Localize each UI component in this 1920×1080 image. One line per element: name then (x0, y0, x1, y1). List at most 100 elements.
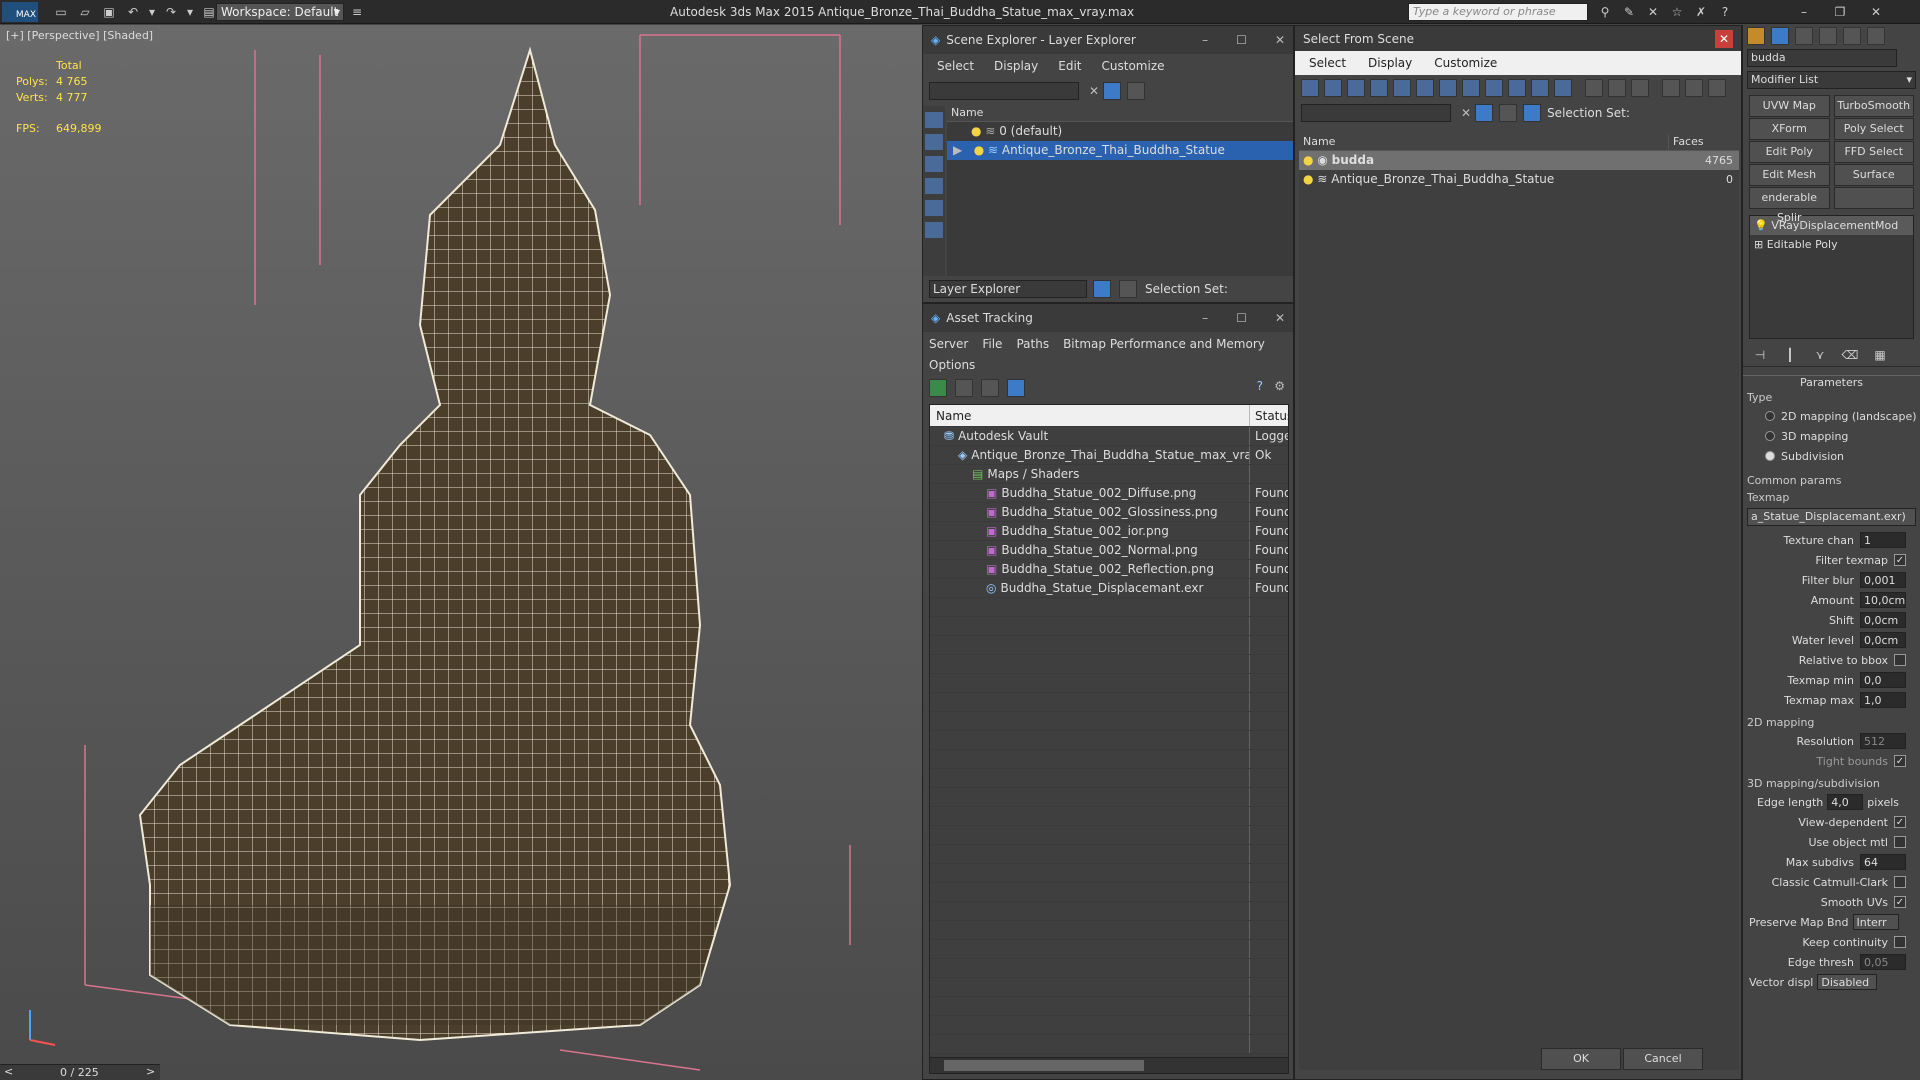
param-spinner[interactable]: 0,0 (1860, 672, 1906, 688)
checkbox[interactable]: ✓ (1894, 896, 1906, 908)
exchange-icon[interactable]: ✗ (1692, 4, 1710, 20)
col-faces-header[interactable]: Faces (1669, 135, 1704, 150)
asset-row[interactable]: ◈ Antique_Bronze_Thai_Buddha_Statue_max_v… (930, 446, 1288, 465)
lightbulb-icon[interactable]: ● (1303, 172, 1313, 186)
menu-server[interactable]: Server (929, 337, 968, 351)
asset-tracking-titlebar[interactable]: ◈ Asset Tracking – ☐ ✕ (923, 304, 1293, 332)
signin-icon[interactable]: ✕ (1644, 4, 1662, 20)
radio-subdivision[interactable]: Subdivision (1743, 446, 1920, 466)
menu-display[interactable]: Display (1368, 56, 1412, 70)
search-input[interactable]: Type a keyword or phrase (1408, 3, 1588, 21)
remove-modifier-icon[interactable]: ⌫ (1841, 347, 1859, 363)
undo-icon[interactable]: ↶ (124, 4, 142, 20)
lightbulb-icon[interactable]: ● (1303, 153, 1313, 167)
new-file-icon[interactable]: ▭ (52, 4, 70, 20)
filter-cameras-icon[interactable] (1370, 79, 1388, 97)
layers-toggle-icon[interactable] (1127, 82, 1146, 100)
modify-tab-icon[interactable] (1771, 27, 1789, 45)
binoculars-icon[interactable]: ⚲ (1596, 4, 1614, 20)
show-end-result-icon[interactable]: ┃ (1781, 347, 1799, 363)
close-icon[interactable]: ✕ (1275, 311, 1285, 325)
cancel-button[interactable]: Cancel (1623, 1048, 1703, 1070)
col-name-header[interactable]: Name (1299, 135, 1669, 150)
stack-item[interactable]: ⊞ Editable Poly (1750, 235, 1913, 254)
ok-button[interactable]: OK (1541, 1048, 1621, 1070)
star-icon[interactable]: ☆ (1668, 4, 1686, 20)
hierarchy-icon[interactable] (1119, 280, 1137, 298)
filter-helpers-icon[interactable] (1393, 79, 1411, 97)
param-spinner[interactable]: 1,0 (1860, 692, 1906, 708)
menu-select[interactable]: Select (1309, 56, 1346, 70)
help-icon[interactable]: ? (1716, 4, 1734, 20)
object-name-field[interactable]: budda (1747, 49, 1897, 67)
maximize-icon[interactable]: ❐ (1831, 4, 1849, 20)
display-all-icon[interactable] (1585, 79, 1603, 97)
menu-paths[interactable]: Paths (1016, 337, 1049, 351)
renderable-spline-button[interactable]: enderable Splir (1749, 187, 1830, 224)
menu-file[interactable]: File (982, 337, 1002, 351)
make-unique-icon[interactable]: ⋎ (1811, 347, 1829, 363)
param-checkbox[interactable]: ✓ (1894, 554, 1906, 566)
clear-search-icon[interactable]: ✕ (1461, 106, 1471, 120)
edge-thresh-spinner[interactable]: 0,05 (1860, 954, 1906, 970)
filter-icon[interactable] (1475, 104, 1494, 122)
prev-frame-button[interactable]: < (4, 1065, 13, 1078)
lightbulb-icon[interactable]: 💡 (1754, 219, 1768, 232)
col-status-header[interactable]: Status (1250, 405, 1288, 426)
lightbulb-icon[interactable]: ● (971, 124, 981, 138)
layer-row[interactable]: ● ≋ 0 (default) (947, 122, 1293, 141)
checkbox[interactable] (1894, 876, 1906, 888)
hierarchy-tab-icon[interactable] (1795, 27, 1813, 45)
viewport-label[interactable]: [+] [Perspective] [Shaded] (6, 29, 153, 42)
max-subdivs-spinner[interactable]: 64 (1860, 854, 1906, 870)
filter-groups-icon[interactable] (1439, 79, 1457, 97)
col-name-header[interactable]: Name (930, 405, 1250, 426)
close-icon[interactable]: ✕ (1867, 4, 1885, 20)
workspace-menu-icon[interactable]: ≡ (348, 4, 366, 20)
pin-stack-icon[interactable]: ⊣ (1751, 347, 1769, 363)
checkbox[interactable]: ✓ (1894, 816, 1906, 828)
display-none-icon[interactable] (1608, 79, 1626, 97)
filter-icon[interactable] (1103, 82, 1122, 100)
texmap-button[interactable]: a_Statue_Displacemant.exr) (1747, 508, 1916, 526)
asset-row[interactable]: ▤ Maps / Shaders (930, 465, 1288, 484)
perspective-viewport[interactable]: [+] [Perspective] [Shaded] Total Polys: … (0, 25, 922, 1080)
display-geometry-icon[interactable] (925, 134, 943, 150)
edit-mesh-button[interactable]: Edit Mesh (1749, 164, 1830, 186)
filter-shapes-icon[interactable] (1324, 79, 1342, 97)
filter-containers-icon[interactable] (1508, 79, 1526, 97)
maximize-icon[interactable]: ☐ (1236, 33, 1247, 47)
ffd-select-button[interactable]: FFD Select (1833, 141, 1914, 163)
filter-hidden-icon[interactable] (1554, 79, 1572, 97)
funnel-icon[interactable] (1662, 79, 1680, 97)
radio-3d-mapping[interactable]: 3D mapping (1743, 426, 1920, 446)
max-logo[interactable]: MAX (2, 2, 38, 22)
display-invert-icon[interactable] (1631, 79, 1649, 97)
keep-continuity-checkbox[interactable] (1894, 936, 1906, 948)
poly-select-button[interactable]: Poly Select (1833, 118, 1914, 140)
configure-sets-icon[interactable]: ▦ (1871, 347, 1889, 363)
options-icon[interactable] (1708, 79, 1726, 97)
uvw-map-button[interactable]: UVW Map (1749, 95, 1830, 117)
expand-icon[interactable]: ⊞ (1754, 238, 1763, 251)
modifier-list-select[interactable]: Modifier List ▾ (1747, 71, 1916, 89)
param-checkbox[interactable] (1894, 654, 1906, 666)
asset-row[interactable]: ⛃Autodesk Vault Logged (930, 427, 1288, 446)
dropdown-icon[interactable]: ▾ (186, 4, 194, 20)
object-row[interactable]: ● ≋ Antique_Bronze_Thai_Buddha_Statue 0 (1299, 170, 1739, 189)
menu-display[interactable]: Display (994, 59, 1038, 73)
scene-explorer-titlebar[interactable]: ◈ Scene Explorer - Layer Explorer – ☐ ✕ (923, 26, 1293, 54)
asset-row[interactable]: ▣ Buddha_Statue_002_Normal.png Found (930, 541, 1288, 560)
save-icon[interactable]: ▣ (100, 4, 118, 20)
checkbox[interactable] (1894, 836, 1906, 848)
time-slider[interactable]: < 0 / 225 > (0, 1064, 160, 1080)
motion-tab-icon[interactable] (1819, 27, 1837, 45)
display-helpers-icon[interactable] (925, 222, 943, 238)
menu-bitmap[interactable]: Bitmap Performance and Memory (1063, 337, 1265, 351)
menu-customize[interactable]: Customize (1102, 59, 1165, 73)
selection-set-icon[interactable] (1523, 104, 1542, 122)
list-view-icon[interactable] (955, 379, 973, 397)
radio-2d-mapping[interactable]: 2D mapping (landscape) (1743, 406, 1920, 426)
minimize-icon[interactable]: – (1795, 4, 1813, 20)
param-spinner[interactable]: 1 (1860, 532, 1906, 548)
